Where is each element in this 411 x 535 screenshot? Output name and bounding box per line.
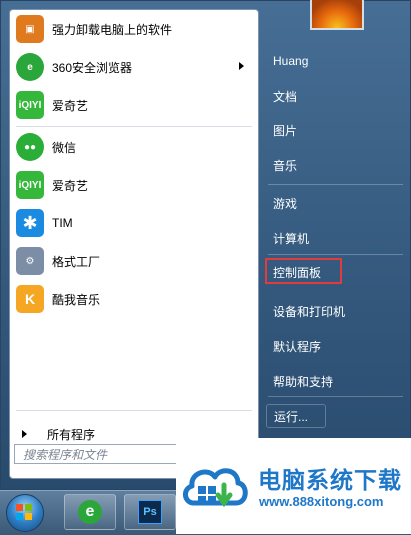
user-avatar[interactable] (310, 0, 364, 30)
right-item-default-programs[interactable]: 默认程序 (273, 336, 393, 356)
program-item-iqiyi-pinned[interactable]: iQIYI 爱奇艺 (16, 88, 252, 122)
taskbar-photoshop-button[interactable]: Ps (124, 494, 176, 530)
program-item-wechat[interactable]: ●● 微信 (16, 130, 252, 164)
right-item-label: 帮助和支持 (273, 374, 334, 389)
pinned-separator (16, 126, 252, 127)
right-item-label: 设备和打印机 (273, 304, 346, 319)
program-item-format-factory[interactable]: ⚙ 格式工厂 (16, 244, 252, 278)
program-label: 360安全浏览器 (52, 60, 133, 75)
right-separator (268, 396, 403, 397)
right-item-music[interactable]: 音乐 (273, 155, 393, 175)
browser-360-icon: e (78, 500, 102, 524)
right-separator (268, 184, 403, 185)
taskbar-browser-button[interactable]: e (64, 494, 116, 530)
right-item-label: 计算机 (273, 231, 310, 246)
photoshop-icon: Ps (138, 500, 162, 524)
right-item-games[interactable]: 游戏 (273, 193, 393, 213)
iqiyi-icon: iQIYI (16, 91, 44, 119)
right-item-label: 默认程序 (273, 339, 322, 354)
program-label: 酷我音乐 (52, 292, 101, 307)
expand-arrow-icon (22, 430, 27, 438)
right-item-label: 音乐 (273, 158, 298, 173)
right-item-user[interactable]: Huang (273, 51, 393, 71)
uninstall-box-icon: ▣ (16, 15, 44, 43)
iqiyi-icon: iQIYI (16, 171, 44, 199)
right-item-pictures[interactable]: 图片 (273, 120, 393, 140)
format-factory-icon: ⚙ (16, 247, 44, 275)
right-item-help-support[interactable]: 帮助和支持 (273, 371, 393, 391)
right-item-label: 文档 (273, 89, 298, 104)
watermark-url: www.888xitong.com (259, 494, 384, 509)
kuwo-music-icon: K (16, 285, 44, 313)
program-label: 微信 (52, 140, 77, 155)
right-item-devices-printers[interactable]: 设备和打印机 (273, 301, 393, 321)
run-button[interactable]: 运行... (266, 404, 326, 428)
run-label: 运行... (274, 409, 309, 424)
program-item-tim[interactable]: ✱ TIM (16, 206, 252, 240)
control-panel-highlight-box (265, 258, 342, 284)
submenu-arrow-icon[interactable] (239, 62, 244, 70)
windows-logo-icon (16, 504, 32, 520)
program-item-kuwo[interactable]: K 酷我音乐 (16, 282, 252, 316)
search-placeholder: 搜索程序和文件 (23, 447, 108, 462)
program-label: 爱奇艺 (52, 178, 89, 193)
program-label: 格式工厂 (52, 254, 101, 269)
right-separator (268, 254, 403, 255)
program-label: TIM (52, 216, 73, 230)
program-label: 爱奇艺 (52, 98, 89, 113)
program-item-iqiyi[interactable]: iQIYI 爱奇艺 (16, 168, 252, 202)
cloud-download-icon (183, 468, 248, 508)
right-item-label: 游戏 (273, 196, 298, 211)
wechat-icon: ●● (16, 133, 44, 161)
watermark-title: 电脑系统下载 (258, 467, 402, 493)
program-item-uninstaller[interactable]: ▣ 强力卸载电脑上的软件 (16, 12, 252, 46)
program-label: 强力卸载电脑上的软件 (52, 22, 173, 37)
all-programs-label: 所有程序 (47, 427, 96, 442)
browser-360-icon: e (16, 53, 44, 81)
right-item-label: Huang (273, 54, 309, 68)
all-programs-separator (16, 410, 252, 411)
right-item-computer[interactable]: 计算机 (273, 228, 393, 248)
program-item-360-browser[interactable]: e 360安全浏览器 (16, 50, 252, 84)
tim-icon: ✱ (16, 209, 44, 237)
programs-pane: ▣ 强力卸载电脑上的软件 e 360安全浏览器 iQIYI 爱奇艺 ●● 微信 … (9, 9, 259, 479)
right-item-documents[interactable]: 文档 (273, 86, 393, 106)
right-item-label: 图片 (273, 123, 298, 138)
